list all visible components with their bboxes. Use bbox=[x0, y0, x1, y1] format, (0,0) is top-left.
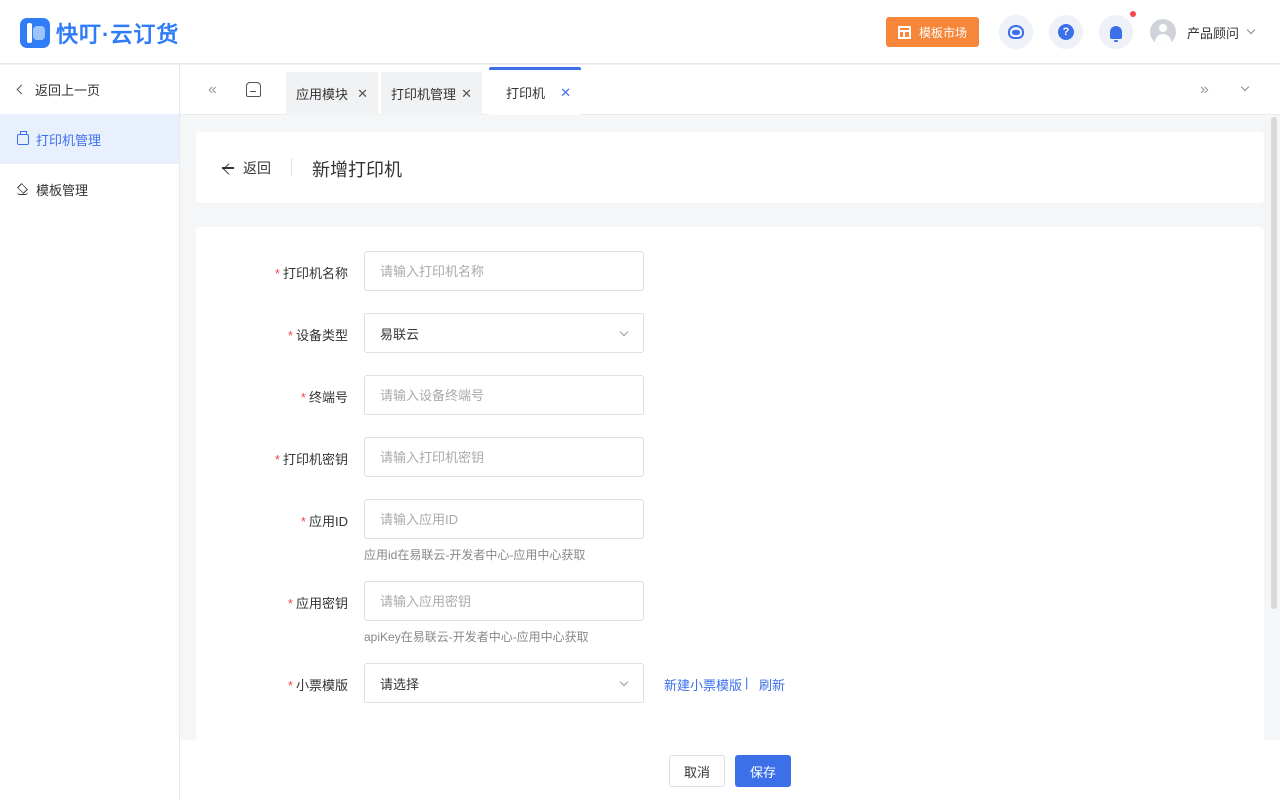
question-icon: ? bbox=[1058, 24, 1074, 40]
app-id-hint: 应用id在易联云-开发者中心-应用中心获取 bbox=[364, 548, 586, 562]
receipt-template-label: * 小票模版 bbox=[287, 678, 348, 693]
form-card: *打印机名称 *设备类型 易联云 *终端号 *打印机密钥 *应用ID 应用id在… bbox=[196, 227, 1264, 747]
close-icon[interactable]: ✕ bbox=[357, 86, 368, 102]
customer-service-button[interactable] bbox=[999, 15, 1033, 49]
printer-secret-input[interactable] bbox=[364, 437, 644, 477]
device-type-select[interactable]: 易联云 bbox=[364, 313, 644, 353]
notification-dot bbox=[1130, 11, 1136, 17]
chevron-down-icon bbox=[1246, 25, 1256, 35]
layout-icon bbox=[897, 25, 911, 39]
printer-icon bbox=[17, 130, 29, 145]
close-icon[interactable]: ✕ bbox=[461, 86, 472, 102]
layers-icon bbox=[17, 184, 28, 195]
avatar bbox=[1150, 19, 1176, 45]
required-mark: * bbox=[300, 514, 306, 529]
sidebar-item-printer-management[interactable]: 打印机管理 bbox=[0, 114, 179, 164]
page-title: 新增打印机 bbox=[312, 160, 402, 180]
help-button[interactable]: ? bbox=[1049, 15, 1083, 49]
terminal-no-label: * 终端号 bbox=[300, 390, 348, 405]
tab-app-modules[interactable]: 应用模块 ✕ bbox=[286, 72, 378, 115]
user-name: 产品顾问 bbox=[1187, 25, 1240, 41]
divider bbox=[291, 158, 292, 176]
sidebar: 返回上一页 打印机管理 模板管理 bbox=[0, 65, 180, 800]
required-mark: * bbox=[300, 390, 306, 405]
link-separator: | bbox=[745, 675, 749, 690]
receipt-template-select[interactable]: 请选择 bbox=[364, 663, 644, 703]
top-header: 快叮·云订货 模板市场 ? 产品顾问 bbox=[0, 0, 1280, 64]
app-id-input[interactable] bbox=[364, 499, 644, 539]
printer-name-input[interactable] bbox=[364, 251, 644, 291]
tab-label: 打印机管理 bbox=[391, 87, 457, 102]
device-type-label: * 设备类型 bbox=[287, 328, 348, 343]
sidebar-item-label: 模板管理 bbox=[36, 182, 89, 198]
required-mark: * bbox=[287, 678, 293, 693]
app-secret-label: * 应用密钥 bbox=[287, 596, 348, 611]
template-market-label: 模板市场 bbox=[918, 25, 967, 40]
terminal-no-input[interactable] bbox=[364, 375, 644, 415]
required-mark: * bbox=[287, 328, 293, 343]
back-label: 返回 bbox=[243, 160, 271, 176]
device-type-value: 易联云 bbox=[380, 326, 420, 342]
brand-name: 快叮·云订货 bbox=[56, 22, 180, 47]
scroll-tabs-right-icon[interactable]: » bbox=[1200, 82, 1209, 98]
refresh-link[interactable]: 刷新 bbox=[759, 675, 785, 694]
back-button[interactable]: 返回 bbox=[222, 158, 271, 178]
cancel-button[interactable]: 取消 bbox=[669, 755, 725, 787]
chevron-left-icon bbox=[16, 84, 27, 94]
printer-name-label: * 打印机名称 bbox=[274, 266, 348, 281]
tab-printer-management[interactable]: 打印机管理 ✕ bbox=[381, 72, 482, 115]
brand-logo[interactable]: 快叮·云订货 bbox=[20, 17, 179, 49]
new-receipt-template-link[interactable]: 新建小票模版 bbox=[664, 675, 742, 694]
back-to-previous-page[interactable]: 返回上一页 bbox=[0, 65, 179, 113]
arrow-left-icon bbox=[222, 167, 234, 169]
save-button[interactable]: 保存 bbox=[735, 755, 791, 787]
close-icon[interactable]: ✕ bbox=[560, 85, 571, 101]
logo-icon bbox=[20, 18, 50, 48]
home-icon[interactable] bbox=[246, 82, 261, 97]
chevron-down-icon bbox=[619, 677, 629, 687]
app-secret-hint: apiKey在易联云-开发者中心-应用中心获取 bbox=[364, 630, 589, 644]
required-mark: * bbox=[274, 266, 280, 281]
scroll-tabs-left-icon[interactable]: « bbox=[208, 82, 217, 98]
printer-secret-label: * 打印机密钥 bbox=[274, 452, 348, 467]
scrollbar-thumb[interactable] bbox=[1271, 117, 1277, 609]
chevron-down-icon[interactable] bbox=[1240, 82, 1250, 92]
headset-icon bbox=[1008, 25, 1024, 39]
required-mark: * bbox=[287, 596, 293, 611]
tab-label: 打印机 bbox=[506, 86, 546, 101]
tab-bar: « 应用模块 ✕ 打印机管理 ✕ 打印机 ✕ » bbox=[180, 65, 1280, 115]
sidebar-item-template-management[interactable]: 模板管理 bbox=[0, 164, 179, 214]
app-id-label: * 应用ID bbox=[300, 514, 348, 529]
notifications-button[interactable] bbox=[1099, 15, 1133, 49]
tab-label: 应用模块 bbox=[296, 87, 349, 102]
template-market-button[interactable]: 模板市场 bbox=[886, 17, 979, 47]
tab-printer[interactable]: 打印机 ✕ bbox=[489, 67, 581, 115]
sidebar-item-label: 打印机管理 bbox=[36, 132, 102, 148]
form-footer: 取消 保存 bbox=[180, 740, 1280, 800]
user-menu[interactable]: 产品顾问 bbox=[1150, 19, 1256, 45]
app-secret-input[interactable] bbox=[364, 581, 644, 621]
receipt-template-value: 请选择 bbox=[380, 676, 420, 692]
chevron-down-icon bbox=[619, 327, 629, 337]
back-label: 返回上一页 bbox=[35, 82, 101, 98]
page-header-card: 返回 新增打印机 bbox=[196, 132, 1264, 203]
bell-icon bbox=[1110, 25, 1122, 42]
required-mark: * bbox=[274, 452, 280, 467]
